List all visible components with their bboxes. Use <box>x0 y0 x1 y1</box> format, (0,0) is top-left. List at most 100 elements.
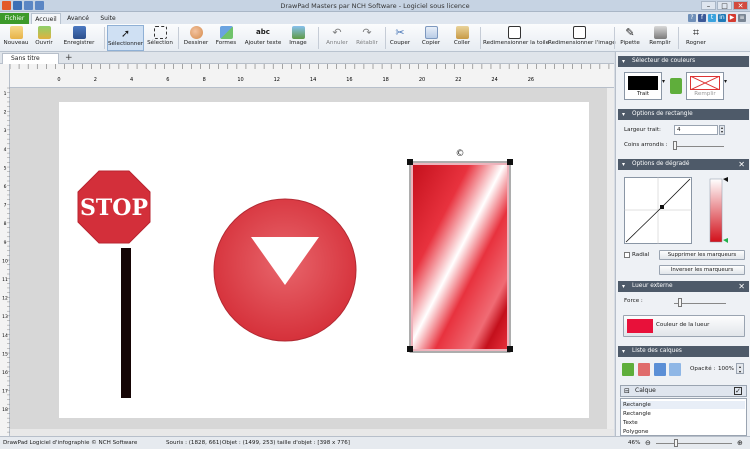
ajouter-texte-button[interactable]: abc Ajouter texte <box>243 25 283 51</box>
layers-header[interactable]: ▾ Liste des calques <box>618 346 749 357</box>
remplir-button[interactable]: Remplir <box>648 25 672 51</box>
tab-suite[interactable]: Suite <box>96 13 120 24</box>
resize-handle[interactable] <box>407 346 413 352</box>
resize-handle[interactable] <box>507 159 513 165</box>
shapes-icon <box>219 26 233 39</box>
youtube-icon[interactable]: ▶ <box>728 14 736 22</box>
status-copyright: DrawPad Logiciel d'infographie © NCH Sof… <box>3 440 138 446</box>
close-icon[interactable]: ✕ <box>738 159 745 170</box>
redimensionner-image-button[interactable]: Redimensionner l'image <box>548 25 616 51</box>
drawing-page[interactable]: STOP Creez votre design © <box>59 102 589 418</box>
close-icon[interactable]: ✕ <box>738 281 745 292</box>
couper-button[interactable]: ✂ Couper <box>388 25 412 51</box>
coller-button[interactable]: Coller <box>450 25 474 51</box>
vertical-scrollbar[interactable] <box>607 88 614 429</box>
ruler-label: 6 <box>166 77 169 83</box>
layer-item[interactable]: Rectangle <box>621 401 745 409</box>
minimize-button[interactable]: – <box>701 1 716 10</box>
formes-button[interactable]: Formes <box>213 25 239 51</box>
selectionner-button[interactable]: ➚ Sélectionner <box>107 25 144 51</box>
gradient-rect-shape[interactable] <box>411 163 509 351</box>
ruler-label: 6 <box>4 184 7 190</box>
duplicate-layer-icon[interactable] <box>654 363 666 376</box>
copier-button[interactable]: Copier <box>419 25 443 51</box>
rogner-button[interactable]: ⌗ Rogner <box>684 25 708 51</box>
ribbon-toolbar: Nouveau Ouvrir Enregistrer ➚ Sélectionne… <box>0 24 750 52</box>
horizontal-scrollbar[interactable] <box>10 429 614 436</box>
stroke-color-button[interactable]: Trait <box>624 72 662 100</box>
fill-color-button[interactable]: Remplir <box>686 72 724 100</box>
invert-markers-button[interactable]: Inverser les marqueurs <box>659 265 745 275</box>
collapse-minus-icon[interactable]: ⊟ <box>624 386 630 396</box>
zoom-out-icon[interactable]: ⊖ <box>645 437 651 449</box>
facebook-icon[interactable]: f <box>698 14 706 22</box>
layer-group-row[interactable]: ⊟ Calque ✓ <box>620 385 747 397</box>
opacity-spinner[interactable]: ▴ ▾ <box>736 363 744 374</box>
glow-color-button[interactable]: Couleur de la lueur <box>623 315 745 337</box>
redimensionner-toile-button[interactable]: Redimensionner la toile <box>483 25 549 51</box>
document-tab[interactable]: Sans titre <box>2 53 59 64</box>
opacity-value[interactable]: 100% <box>718 366 734 372</box>
resize-handle[interactable] <box>507 346 513 352</box>
stop-sign[interactable]: STOP <box>77 170 151 398</box>
add-tab-button[interactable]: + <box>65 52 73 64</box>
separator <box>318 27 319 49</box>
zoom-slider[interactable] <box>674 439 678 447</box>
gradient-color-bar[interactable] <box>704 177 730 244</box>
image-button[interactable]: Image <box>286 25 310 51</box>
ribbon-tabs: Fichier Accueil Avancé Suite ? f t in ▶ … <box>0 12 750 24</box>
radial-checkbox[interactable] <box>624 252 630 258</box>
help-icon[interactable]: ? <box>688 14 696 22</box>
layer-item[interactable]: Polygone <box>621 428 745 436</box>
ruler-label: 7 <box>4 203 7 209</box>
canvas-workspace[interactable]: STOP Creez votre design © <box>10 88 614 436</box>
stop-sign-text[interactable]: STOP <box>80 195 148 221</box>
swap-colors-icon[interactable] <box>670 78 682 94</box>
dropdown-arrow-icon[interactable]: ▾ <box>662 78 665 85</box>
add-layer-icon[interactable] <box>622 363 634 376</box>
gradient-options-header[interactable]: ▾ Options de dégradé ✕ <box>618 159 749 170</box>
rectangle-options-header[interactable]: ▾ Options de rectangle <box>618 109 749 120</box>
close-window-button[interactable]: ✕ <box>733 1 748 10</box>
stroke-width-spinner[interactable]: ▴ ▾ <box>719 125 725 135</box>
layer-visible-checkbox[interactable]: ✓ <box>734 387 742 395</box>
move-layer-icon[interactable] <box>669 363 681 376</box>
pipette-button[interactable]: ✎ Pipette <box>618 25 642 51</box>
rotate-handle[interactable]: © <box>456 149 465 159</box>
tab-accueil[interactable]: Accueil <box>31 13 61 24</box>
menu-icon[interactable]: ≡ <box>738 14 746 22</box>
gradient-curve-editor[interactable] <box>624 177 692 244</box>
layer-item[interactable]: Rectangle <box>621 410 745 418</box>
stroke-width-input[interactable]: 4 <box>674 125 718 135</box>
tab-avance[interactable]: Avancé <box>63 13 93 24</box>
resize-handle[interactable] <box>407 159 413 165</box>
vertical-ruler: 1 2 3 4 5 6 7 8 9 10 11 12 13 14 15 16 17 18 <box>0 64 10 436</box>
zoom-in-icon[interactable]: ⊕ <box>737 437 743 449</box>
design-badge[interactable]: Creez votre design <box>212 178 358 342</box>
tab-fichier[interactable]: Fichier <box>0 13 29 24</box>
remove-markers-button[interactable]: Supprimer les marqueurs <box>659 250 745 260</box>
retablir-button[interactable]: ↷ Rétablir <box>353 25 381 51</box>
collapse-arrow-icon: ▾ <box>622 111 626 118</box>
delete-layer-icon[interactable] <box>638 363 650 376</box>
nouveau-button[interactable]: Nouveau <box>3 25 29 51</box>
linkedin-icon[interactable]: in <box>718 14 726 22</box>
color-selector-header[interactable]: ▾ Sélecteur de couleurs <box>618 56 749 67</box>
glow-header[interactable]: ▾ Lueur externe ✕ <box>618 281 749 292</box>
selection-button[interactable]: Sélection <box>146 25 174 51</box>
gradient-rectangle[interactable]: © <box>407 149 513 353</box>
maximize-button[interactable]: □ <box>717 1 732 10</box>
enregistrer-button[interactable]: Enregistrer <box>60 25 98 51</box>
drawing-svg[interactable]: STOP Creez votre design © <box>59 102 589 418</box>
twitter-icon[interactable]: t <box>708 14 716 22</box>
dropdown-arrow-icon[interactable]: ▾ <box>724 78 727 85</box>
stop-sign-pole[interactable] <box>121 248 131 398</box>
ouvrir-button[interactable]: Ouvrir <box>32 25 56 51</box>
ruler-label: 14 <box>2 333 8 339</box>
layer-item[interactable]: Texte <box>621 419 745 427</box>
annuler-button[interactable]: ↶ Annuler <box>322 25 352 51</box>
rounded-corners-slider[interactable] <box>673 141 677 150</box>
force-slider[interactable] <box>678 298 682 307</box>
pointer-icon: ➚ <box>120 27 131 40</box>
dessiner-button[interactable]: Dessiner <box>182 25 210 51</box>
